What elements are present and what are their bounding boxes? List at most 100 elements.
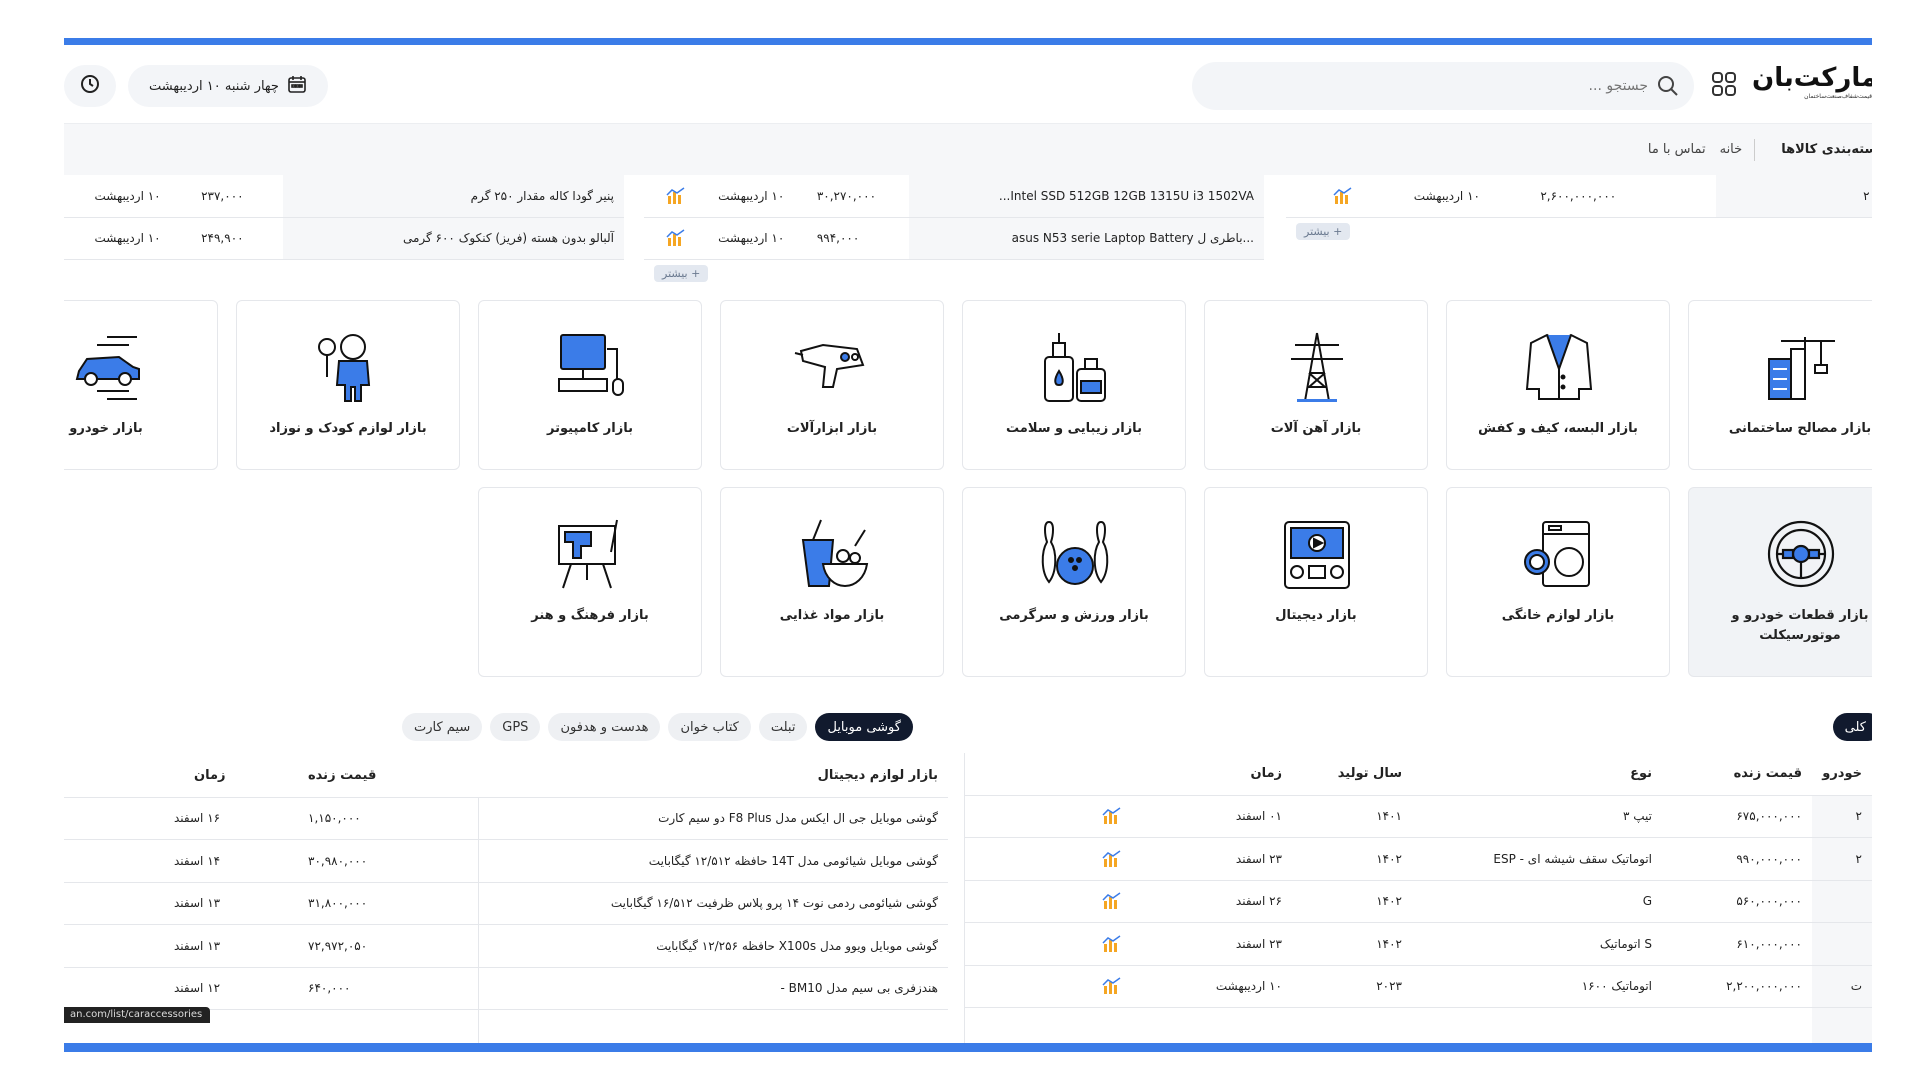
car-time (1132, 1007, 1292, 1043)
table-row[interactable]: گوشی موبایل ویوو مدل X100s حافظه ۱۲/۲۵۶ … (64, 924, 948, 968)
ticker-row[interactable]: ...Intel SSD 512GB 12GB 1315U i3 1502VA … (644, 175, 1264, 218)
clothing-icon (1519, 329, 1599, 405)
search-icon[interactable] (1656, 74, 1680, 98)
header: مارکت‌بان قیمت‌شفاف‌صنعت‌ساختمان چه (64, 45, 1872, 123)
category-card[interactable]: بازار فرهنگ و هنر (478, 487, 702, 677)
table-row[interactable]: گوشی موبایل شیائومی مدل 14T حافظه ۱۲/۵۱۲… (64, 839, 948, 883)
category-label: بازار ورزش و سرگرمی (999, 608, 1149, 623)
table-row[interactable]: ت ۲,۲۰۰,۰۰۰,۰۰۰ اتوماتیک ۱۶۰۰ ۲۰۲۳ ۱۰ اردیبه… (964, 965, 1872, 1008)
category-card[interactable]: بازار کامپیوتر (478, 300, 702, 470)
product-name: گوشی شیائومی ردمی نوت ۱۴ پرو پلاس ظرفیت … (477, 882, 948, 925)
ticker-row[interactable]: asus N53 serie Laptop Battery باطری ل...… (644, 217, 1264, 260)
category-card[interactable]: بازار البسه، کیف و کفش (1446, 300, 1670, 470)
clock-icon (79, 73, 101, 99)
car-type (1412, 1007, 1662, 1043)
car-type: S اتوماتیک (1412, 922, 1662, 966)
nav-home[interactable]: خانه (1720, 142, 1743, 157)
more-button-mid[interactable]: + بیشتر (654, 265, 709, 282)
ticker-row[interactable]: ۲۰ ۲,۶۰۰,۰۰۰,۰۰۰ ۱۰ اردیبهشت (1286, 175, 1872, 218)
status-url: an.com/list/caraccessories (64, 1007, 210, 1023)
product-price: ۶۴۰,۰۰۰ (298, 967, 478, 1010)
logo[interactable]: مارکت‌بان قیمت‌شفاف‌صنعت‌ساختمان (1752, 63, 1872, 107)
date-label: چهار شنبه ۱۰ اردیبهشت (149, 78, 279, 94)
category-label: بازار ابزارآلات (786, 421, 878, 436)
col-header-price: قیمت زنده (298, 755, 478, 798)
car-year (1292, 1007, 1412, 1043)
ticker-group-mid: ...Intel SSD 512GB 12GB 1315U i3 1502VA … (644, 175, 1264, 282)
col-header-type: نوع (1412, 753, 1662, 796)
price-chart-icon[interactable] (1102, 850, 1122, 868)
price-chart-icon[interactable] (1102, 807, 1122, 825)
category-label: بازار مصالح ساختمانی (1728, 421, 1872, 436)
tab-ebook[interactable]: کتاب خوان (668, 713, 751, 741)
car-time: ۲۶ اسفند (1132, 880, 1292, 923)
category-card-selected[interactable]: بازار قطعات خودرو و موتورسیکلت (1688, 487, 1872, 677)
table-row[interactable] (964, 1007, 1872, 1043)
table-row[interactable]: ۵۶۰,۰۰۰,۰۰۰ G ۱۴۰۲ ۲۶ اسفند (964, 880, 1872, 923)
table-row[interactable]: ۲ ۶۷۵,۰۰۰,۰۰۰ تیپ ۳ ۱۴۰۱ ۰۱ اسفند (964, 795, 1872, 838)
category-card[interactable]: بازار لوازم خانگی (1446, 487, 1670, 677)
tab-kolli[interactable]: کلی (1832, 713, 1872, 741)
tab-tablet[interactable]: تبلت (758, 713, 808, 741)
table-row[interactable]: گوشی شیائومی ردمی نوت ۱۴ پرو پلاس ظرفیت … (64, 882, 948, 925)
product-time: ۱۲ اسفند (64, 967, 298, 1010)
category-card[interactable]: بازار زیبایی و سلامت (962, 300, 1186, 470)
ticker-name: آلبالو بدون هسته (فریز) کنکوک ۶۰۰ گرمی (283, 217, 624, 260)
tab-gps[interactable]: GPS (490, 713, 541, 741)
price-chart-icon[interactable] (666, 229, 686, 247)
table-row[interactable]: گوشی موبایل جی ال ایکس مدل F8 Plus دو سی… (64, 797, 948, 840)
nav-categories[interactable]: دسته‌بندی کالاها (1767, 142, 1872, 157)
ticker-time: ۱۰ اردیبهشت (1363, 175, 1531, 218)
product-time: ۱۳ اسفند (64, 882, 298, 925)
table-row[interactable]: هندزفری بی سیم مدل BM10 -۶۴۰,۰۰۰ ۱۲ اسفند (64, 967, 948, 1010)
table-row[interactable]: ۶۱۰,۰۰۰,۰۰۰ S اتوماتیک ۱۴۰۲ ۲۳ اسفند (964, 922, 1872, 966)
ticker-row[interactable]: پنیر گودا کاله مقدار ۲۵۰ گرم ۲۳۷,۰۰۰ ۱۰ … (64, 175, 624, 218)
search-input[interactable] (1228, 72, 1648, 100)
car-year: ۲۰۲۳ (1292, 965, 1412, 1008)
car-price (1662, 1007, 1812, 1043)
category-card[interactable]: بازار ورزش و سرگرمی (962, 487, 1186, 677)
media-player-icon (1277, 516, 1357, 592)
category-card[interactable]: بازار خودرو (64, 300, 218, 470)
digital-tabs: گوشی موبایل تبلت کتاب خوان هدست و هدفون … (402, 713, 913, 741)
clock-button[interactable] (64, 65, 116, 107)
car-type: اتوماتیک ۱۶۰۰ (1412, 965, 1662, 1008)
tab-simcard[interactable]: سیم کارت (402, 713, 483, 741)
car-price: ۶۱۰,۰۰۰,۰۰۰ (1662, 922, 1812, 966)
construction-icon (1761, 329, 1841, 405)
category-card[interactable]: بازار مواد غذایی (720, 487, 944, 677)
car-name (1812, 922, 1872, 966)
price-chart-icon[interactable] (1102, 892, 1122, 910)
category-card[interactable]: بازار دیجیتال (1204, 487, 1428, 677)
tab-headphones[interactable]: هدست و هدفون (548, 713, 661, 741)
more-button-right[interactable]: + بیشتر (1296, 223, 1351, 240)
price-chart-icon[interactable] (1333, 187, 1353, 205)
category-label: بازار دیجیتال (1275, 608, 1357, 623)
nav-divider (1754, 138, 1756, 161)
page: مارکت‌بان قیمت‌شفاف‌صنعت‌ساختمان چه (0, 0, 1920, 1080)
chart-cell (964, 965, 1132, 1008)
category-card[interactable]: بازار ابزارآلات (720, 300, 944, 470)
price-chart-icon[interactable] (666, 187, 686, 205)
ticker-row[interactable]: آلبالو بدون هسته (فریز) کنکوک ۶۰۰ گرمی ۲… (64, 217, 624, 260)
category-card[interactable]: بازار لوازم کودک و نوزاد (236, 300, 460, 470)
car-price-table: خودرو قیمت زنده نوع سال تولید زمان ۲ ۶۷۵,… (964, 753, 1872, 1043)
category-label: بازار لوازم خانگی (1501, 608, 1615, 623)
col-header-price: قیمت زنده (1662, 753, 1812, 796)
price-chart-icon[interactable] (1102, 977, 1122, 995)
car-name: ۲ (1812, 795, 1872, 838)
tab-mobile[interactable]: گوشی موبایل (815, 713, 913, 741)
nav-contact[interactable]: تماس با ما (1648, 142, 1706, 157)
table-row[interactable]: ۲ ۹۹۰,۰۰۰,۰۰۰ اتوماتیک سقف شیشه ای - ESP ۱۴… (964, 837, 1872, 881)
category-label: بازار مواد غذایی (779, 608, 885, 623)
table-header-row: خودرو قیمت زنده نوع سال تولید زمان (964, 753, 1872, 796)
product-name: گوشی موبایل شیائومی مدل 14T حافظه ۱۲/۵۱۲… (477, 839, 948, 883)
col-header-chart (964, 753, 1132, 796)
category-card[interactable]: بازار آهن آلات (1204, 300, 1428, 470)
car-year: ۱۴۰۲ (1292, 880, 1412, 923)
ticker-name: ۲۰ (1716, 175, 1872, 218)
price-chart-icon[interactable] (1102, 935, 1122, 953)
col-header-product: بازار لوازم دیجیتال (478, 755, 948, 798)
apps-grid-icon[interactable] (1710, 70, 1738, 98)
category-card[interactable]: بازار مصالح ساختمانی (1688, 300, 1872, 470)
